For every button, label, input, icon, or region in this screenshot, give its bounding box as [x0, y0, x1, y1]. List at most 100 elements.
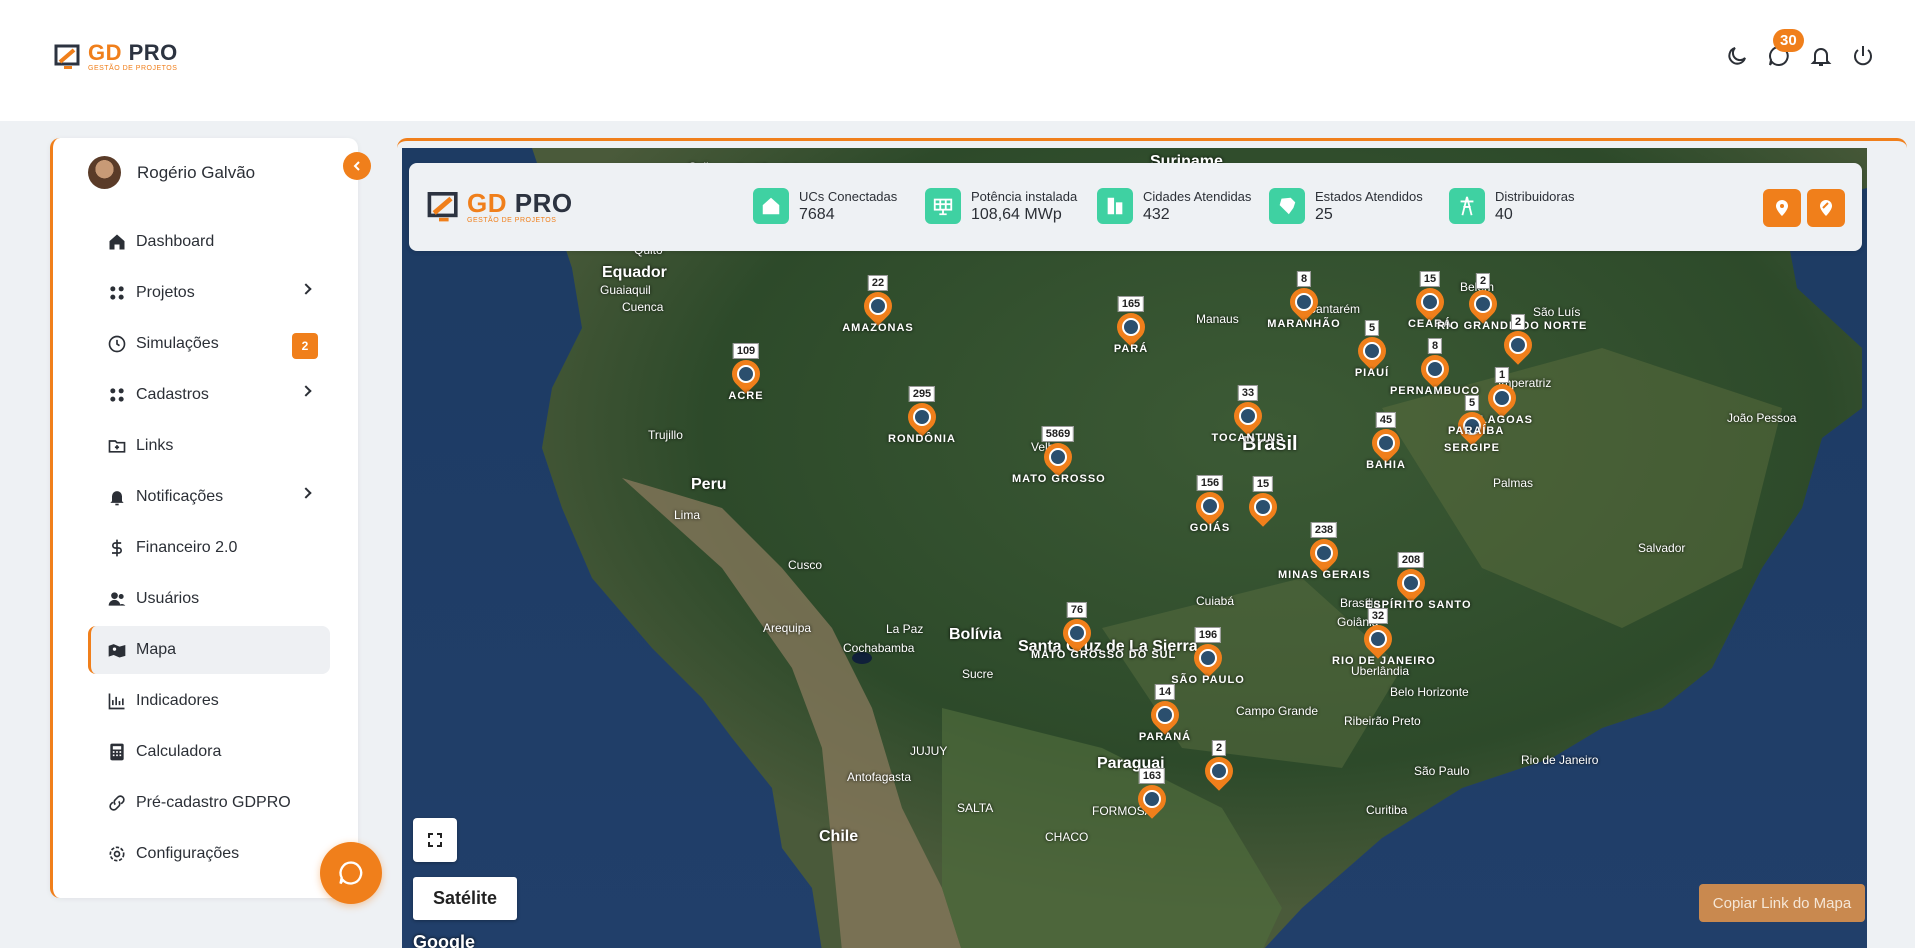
fullscreen-icon	[428, 833, 442, 847]
map-pin-icon	[1358, 619, 1398, 659]
state-label: GOIÁS	[1189, 522, 1231, 534]
grid-icon	[106, 282, 128, 304]
sidebar-item-projetos[interactable]: Projetos	[88, 269, 330, 317]
sidebar-item-simulacoes[interactable]: Simulações 2	[88, 320, 330, 368]
state-label: MATO GROSSO DO SUL	[1031, 649, 1177, 661]
project-marker[interactable]: 15	[1243, 476, 1283, 538]
map-pin-icon	[1038, 437, 1078, 477]
home-icon	[753, 188, 789, 224]
location-pin-button[interactable]	[1763, 189, 1801, 227]
map-pin-icon	[1190, 486, 1230, 526]
state-label: ACRE	[728, 390, 764, 402]
map-place-label: Cuiabá	[1196, 594, 1235, 608]
chevron-right-icon	[300, 385, 312, 397]
state-label: PARANÁ	[1138, 731, 1192, 743]
sidebar-item-configuracoes[interactable]: Configurações	[88, 830, 330, 878]
map-type-button[interactable]: Satélite	[413, 877, 517, 920]
marker-count: 5869	[1041, 426, 1075, 442]
marker-count: 8	[1427, 338, 1443, 354]
power-icon[interactable]	[1851, 44, 1875, 68]
solar-panel-icon	[925, 188, 961, 224]
marker-count: 165	[1117, 296, 1145, 312]
sidebar-item-cadastros[interactable]: Cadastros	[88, 371, 330, 419]
user-name: Rogério Galvão	[137, 162, 256, 182]
map-pin-icon	[902, 397, 942, 437]
map-pin-icon	[1188, 638, 1228, 678]
map-pin-icon	[1463, 284, 1503, 324]
map-pin-icon	[1111, 307, 1151, 347]
sidebar-item-dashboard[interactable]: Dashboard	[88, 218, 330, 266]
marker-count: 15	[1419, 271, 1441, 287]
marker-count: 2	[1510, 314, 1526, 330]
stat-2: Cidades Atendidas 432	[1097, 188, 1251, 224]
copy-map-link-button[interactable]: Copiar Link do Mapa	[1699, 884, 1865, 922]
collapse-sidebar-button[interactable]	[343, 152, 371, 180]
sidebar-item-label: Pré-cadastro GDPRO	[136, 794, 291, 811]
project-marker[interactable]: 2	[1199, 740, 1239, 802]
sidebar-item-usuarios[interactable]: Usuários	[88, 575, 330, 623]
map-place-label: Ribeirão Preto	[1344, 714, 1421, 728]
link-icon	[106, 792, 128, 814]
stat-label: Estados Atendidos	[1315, 188, 1423, 204]
stats-logo: GD PRO GESTÃO DE PROJETOS	[427, 189, 573, 225]
map-place-label: Palmas	[1493, 476, 1534, 490]
marker-count: 156	[1196, 475, 1224, 491]
clock-icon	[106, 333, 128, 355]
calculator-icon	[106, 741, 128, 763]
chat-fab-button[interactable]	[320, 842, 382, 904]
marker-count: 238	[1310, 522, 1338, 538]
satellite-map[interactable]: CaliColômbiaSurinameQuitoEquadorGuaiaqui…	[402, 148, 1867, 948]
state-label: RIO DE JANEIRO	[1332, 655, 1436, 667]
map-place-label: Campo Grande	[1236, 704, 1319, 718]
marker-count: 109	[732, 343, 760, 359]
bell-icon[interactable]	[1809, 44, 1833, 68]
notifications-badge: 30	[1773, 29, 1804, 52]
folder-plus-icon	[106, 435, 128, 457]
stat-value: 432	[1143, 205, 1170, 223]
map-place-label: Bolívia	[949, 626, 1002, 643]
sidebar: Rogério Galvão Dashboard Projetos Simulaçõ…	[50, 138, 371, 898]
sidebar-item-pre-cadastro-gdpro[interactable]: Pré-cadastro GDPRO	[88, 779, 330, 827]
map-place-label: João Pessoa	[1727, 411, 1797, 425]
moon-icon[interactable]	[1725, 44, 1749, 68]
map-pin-icon	[858, 286, 898, 326]
sidebar-item-calculadora[interactable]: Calculadora	[88, 728, 330, 776]
stat-label: UCs Conectadas	[799, 188, 898, 204]
user-profile[interactable]: Rogério Galvão	[88, 156, 255, 189]
chart-icon	[106, 690, 128, 712]
map-pin-icon	[1145, 695, 1185, 735]
app-logo[interactable]: GD PRO GESTÃO DE PROJETOS	[54, 42, 178, 72]
map-place-label: Trujillo	[648, 428, 683, 442]
map-pin-icon	[1415, 349, 1455, 389]
stat-3: Estados Atendidos 25	[1269, 188, 1423, 224]
sidebar-menu: Dashboard Projetos Simulações 2 Cadastros Lin…	[88, 218, 330, 881]
logo-gd: GD	[88, 40, 122, 65]
state-label: PARÁ	[1113, 343, 1149, 355]
sidebar-item-links[interactable]: Links	[88, 422, 330, 470]
map-pin-icon	[1391, 563, 1431, 603]
fullscreen-button[interactable]	[413, 818, 457, 862]
sidebar-item-mapa[interactable]: Mapa	[88, 626, 330, 674]
solar-marker-button[interactable]	[1807, 189, 1845, 227]
map-pin-icon	[1228, 396, 1268, 436]
map-pin-icon	[1410, 282, 1450, 322]
sidebar-item-notificacoes[interactable]: Notificações	[88, 473, 330, 521]
map-place-label: Rio de Janeiro	[1521, 753, 1599, 767]
bell-icon	[106, 486, 128, 508]
sidebar-item-indicadores[interactable]: Indicadores	[88, 677, 330, 725]
sidebar-item-label: Projetos	[136, 284, 195, 301]
state-label: PIAUÍ	[1354, 367, 1390, 379]
logo-tagline: GESTÃO DE PROJETOS	[467, 217, 557, 224]
sidebar-item-label: Links	[136, 437, 174, 454]
map-place-label: São Luís	[1533, 305, 1581, 319]
state-label: MATO GROSSO	[1012, 473, 1106, 485]
google-attribution: Google	[413, 932, 475, 948]
marker-count: 5	[1364, 320, 1380, 336]
map-icon	[106, 639, 128, 661]
project-marker[interactable]: 163	[1132, 768, 1172, 830]
users-icon	[106, 588, 128, 610]
sidebar-item-financeiro-2-0[interactable]: Financeiro 2.0	[88, 524, 330, 572]
map-pin-icon	[1057, 613, 1097, 653]
map-place-label: Belo Horizonte	[1390, 685, 1469, 699]
sidebar-item-label: Configurações	[136, 845, 240, 862]
